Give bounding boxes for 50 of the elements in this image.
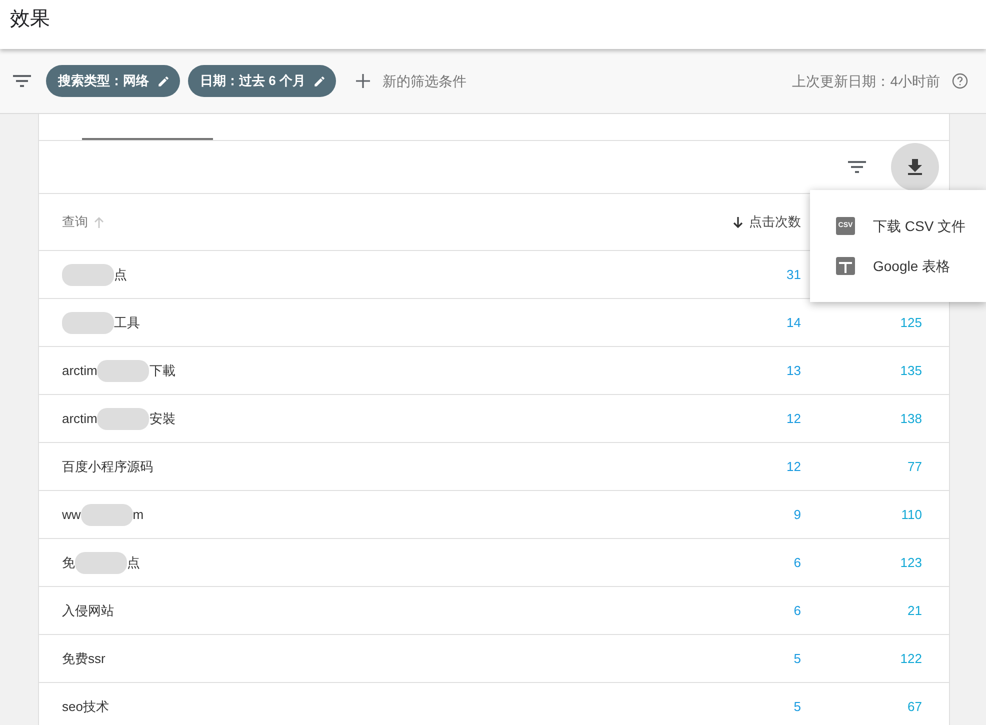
impressions-value: 135 <box>900 362 922 378</box>
query-text: 免 <box>62 554 75 572</box>
clicks-value: 6 <box>794 602 801 618</box>
filter-icon[interactable] <box>13 75 31 87</box>
query-text: 点 <box>114 266 127 284</box>
filter-chip[interactable]: 日期：过去 6 个月 <box>188 65 336 97</box>
query-text: 下載 <box>149 362 176 380</box>
query-text: arctim <box>62 410 98 428</box>
clicks-value: 5 <box>794 650 801 666</box>
clicks-value: 13 <box>786 362 801 378</box>
clicks-value: 12 <box>786 410 801 426</box>
impressions-value: 125 <box>900 314 922 330</box>
download-icon <box>908 159 922 175</box>
clicks-value: 14 <box>786 314 801 330</box>
impressions-value: 77 <box>908 458 922 474</box>
query-text: 安裝 <box>149 410 176 428</box>
query-text: m <box>132 506 144 524</box>
pencil-icon <box>313 74 326 88</box>
spreadsheet-icon <box>836 257 855 275</box>
impressions-value: 123 <box>900 554 922 570</box>
filter-icon[interactable] <box>848 161 866 173</box>
query-text: 点 <box>127 554 140 572</box>
impressions-value: 110 <box>901 506 922 522</box>
download-button[interactable] <box>891 143 939 191</box>
menu-item[interactable]: Google 表格 <box>810 246 986 286</box>
clicks-value: 9 <box>794 506 801 522</box>
add-filter-button[interactable]: 新的筛选条件 <box>356 70 466 92</box>
pencil-icon <box>157 74 170 88</box>
query-text: arctim <box>62 362 98 380</box>
clicks-value: 5 <box>794 698 801 714</box>
impressions-value: 21 <box>908 602 922 618</box>
impressions-value: 67 <box>908 698 922 714</box>
query-text: 入侵网站 <box>62 602 114 620</box>
last-updated-text: 上次更新日期：4小时前 <box>792 72 940 90</box>
query-text: 免费ssr <box>62 650 106 668</box>
column-header[interactable]: 点击次数 <box>651 212 811 232</box>
help-icon[interactable] <box>952 73 968 89</box>
query-text: seo技术 <box>62 698 109 716</box>
query-text: 工具 <box>114 314 140 332</box>
clicks-value: 12 <box>786 458 801 474</box>
plus-icon <box>356 74 370 88</box>
query-text: ww <box>62 506 81 524</box>
clicks-value: 6 <box>794 554 801 570</box>
clicks-value: 31 <box>786 266 801 282</box>
filter-chip[interactable]: 搜索类型：网络 <box>46 65 180 97</box>
query-text: 百度小程序源码 <box>62 458 153 476</box>
impressions-value: 138 <box>900 410 922 426</box>
page-title: 效果 <box>10 8 50 30</box>
column-header[interactable]: 查询 <box>39 212 651 232</box>
impressions-value: 122 <box>900 650 922 666</box>
